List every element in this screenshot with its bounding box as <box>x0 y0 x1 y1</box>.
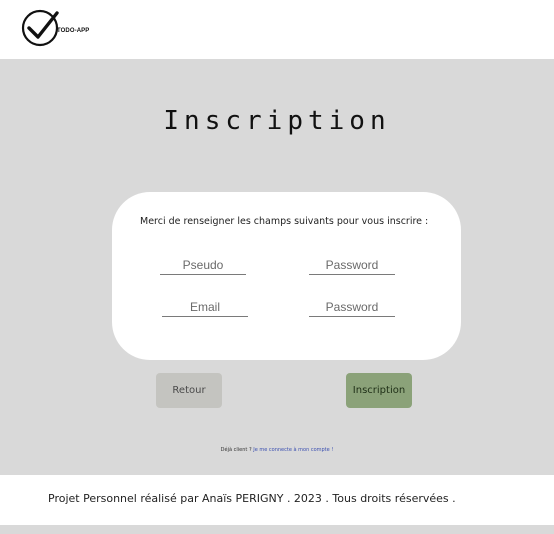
password-confirm-input[interactable] <box>309 298 395 317</box>
register-button[interactable]: Inscription <box>346 373 412 408</box>
already-client-line: Déjà client ? Je me connecte à mon compt… <box>0 447 554 453</box>
footer-copyright: Projet Personnel réalisé par Anaïs PERIG… <box>48 492 456 505</box>
back-button[interactable]: Retour <box>156 373 222 408</box>
footer: Projet Personnel réalisé par Anaïs PERIG… <box>0 475 554 525</box>
already-client-text: Déjà client ? <box>220 447 254 453</box>
password-input[interactable] <box>309 256 395 275</box>
login-link[interactable]: Je me connecte à mon compte ! <box>253 447 333 453</box>
email-input[interactable] <box>162 298 248 317</box>
header: TODO-APP <box>0 0 554 59</box>
logo[interactable]: TODO-APP <box>21 9 89 47</box>
page-title: Inscription <box>163 106 391 137</box>
signup-form-card: Merci de renseigner les champs suivants … <box>112 192 461 360</box>
pseudo-input[interactable] <box>160 256 246 275</box>
logo-text: TODO-APP <box>57 28 90 34</box>
main-content: Inscription Merci de renseigner les cham… <box>0 59 554 475</box>
checkmark-circle-icon <box>21 9 59 47</box>
form-instructions: Merci de renseigner les champs suivants … <box>140 216 429 227</box>
bottom-bar <box>0 525 554 534</box>
